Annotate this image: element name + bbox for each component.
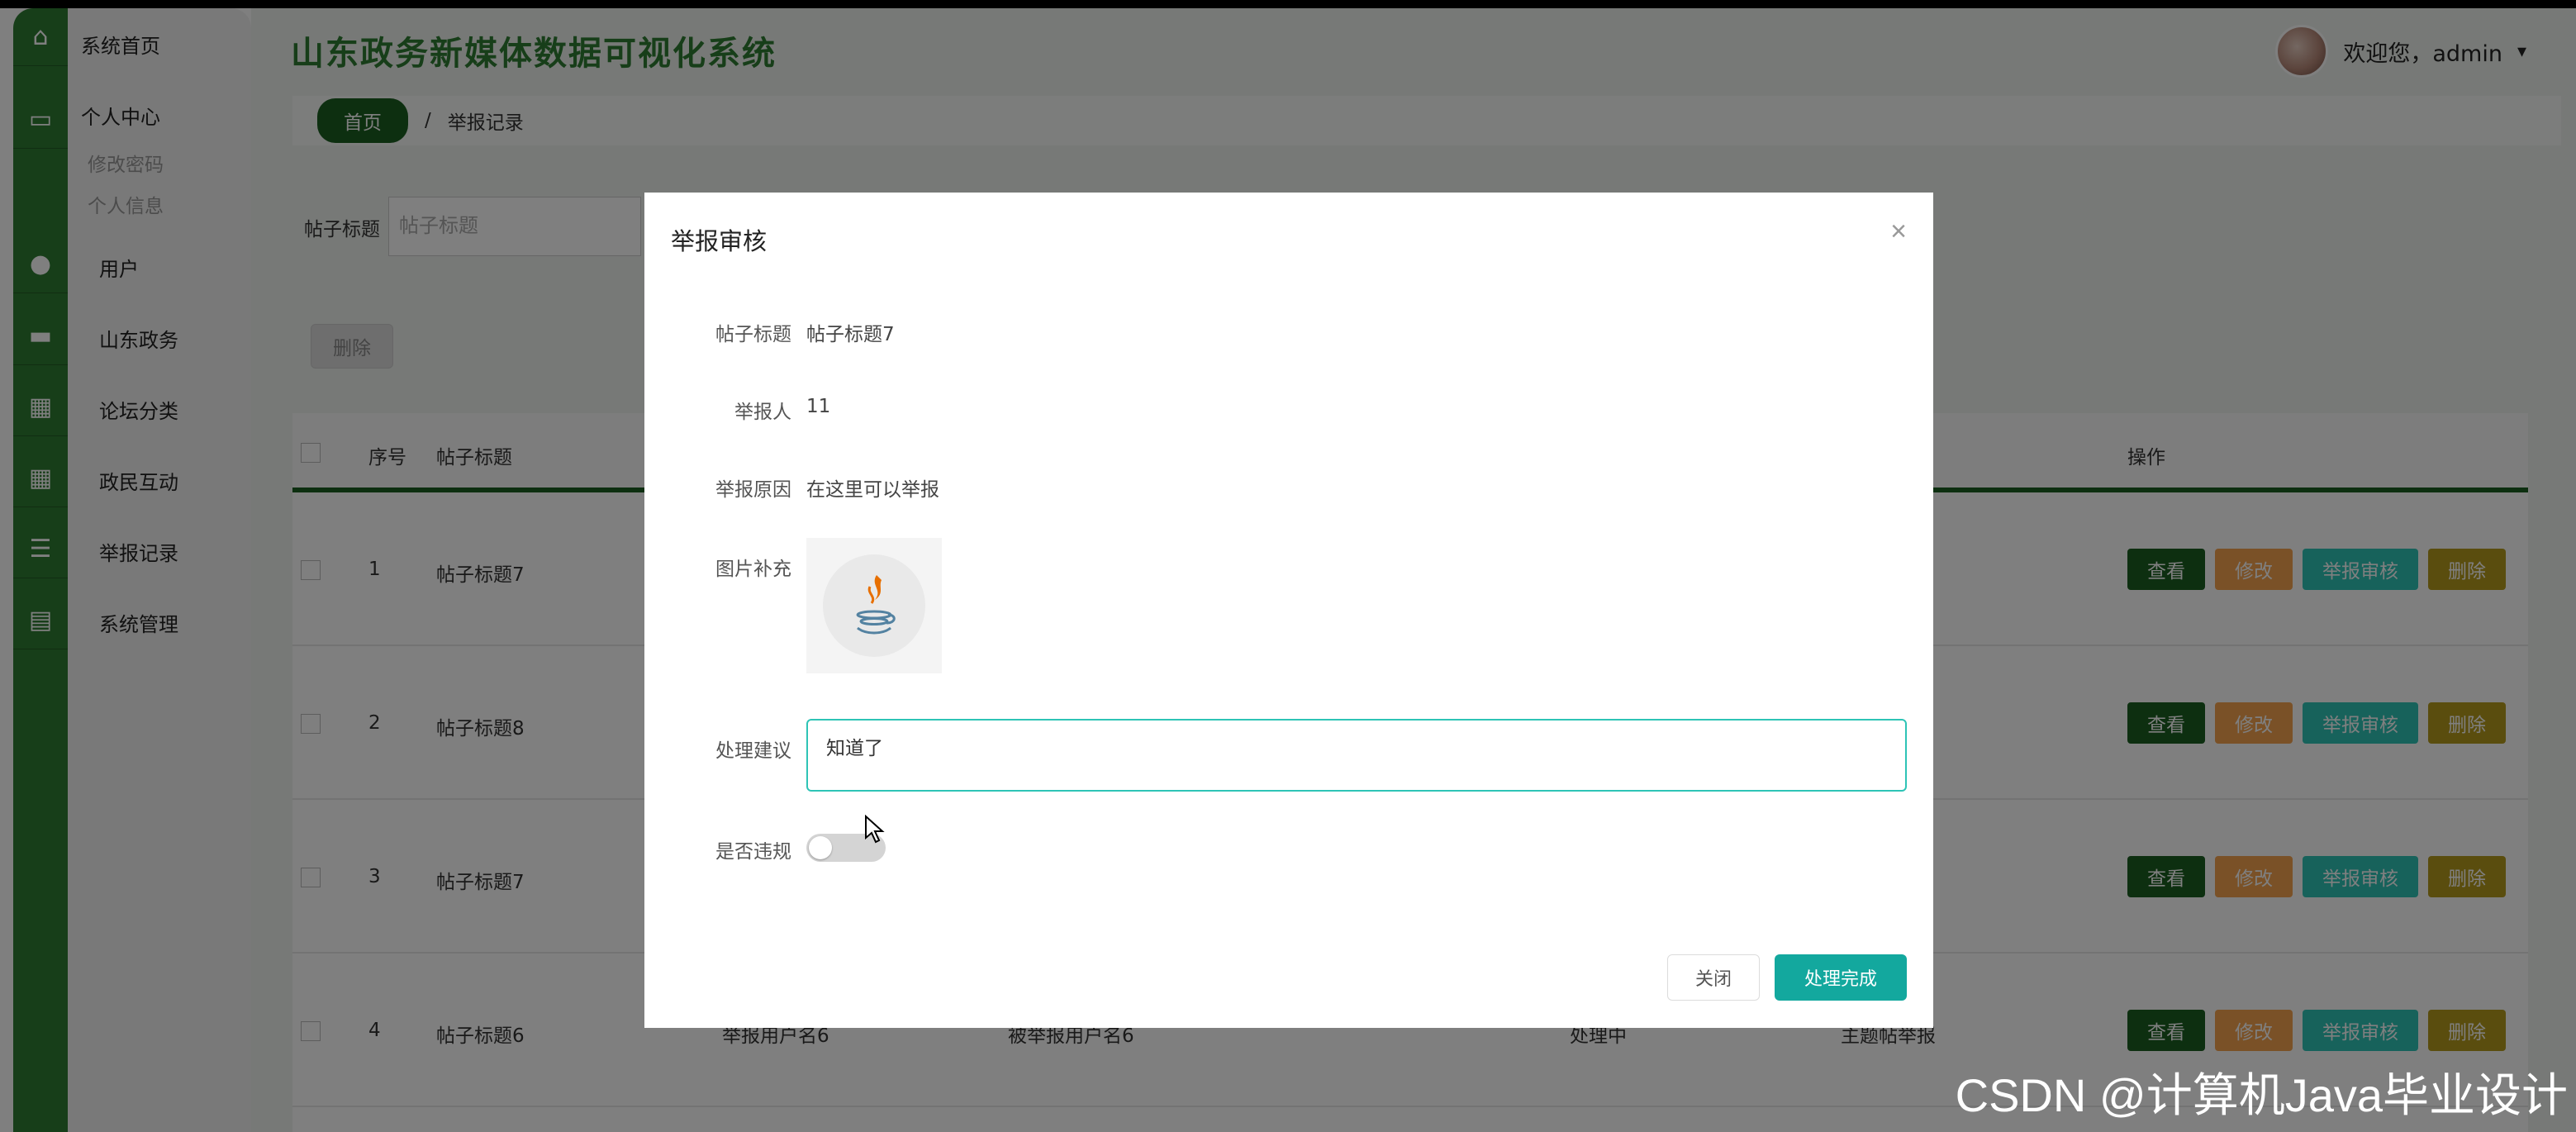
attachment-image[interactable] <box>806 538 942 673</box>
toggle-knob <box>809 836 832 859</box>
suggestion-label: 处理建议 <box>715 740 791 762</box>
reporter-value: 11 <box>806 396 831 417</box>
mouse-cursor-icon <box>864 814 886 848</box>
reason-label: 举报原因 <box>715 479 791 501</box>
image-label: 图片补充 <box>715 559 791 580</box>
watermark: CSDN @计算机Java毕业设计 <box>1955 1069 2568 1121</box>
violation-label: 是否违规 <box>715 841 791 863</box>
complete-button[interactable]: 处理完成 <box>1775 954 1907 1001</box>
dialog-title: 举报审核 <box>671 227 768 255</box>
post-title-value: 帖子标题7 <box>806 324 895 345</box>
reporter-label: 举报人 <box>734 402 791 423</box>
suggestion-textarea[interactable]: 知道了 <box>806 719 1907 792</box>
post-title-label: 帖子标题 <box>715 324 791 345</box>
close-button[interactable]: 关闭 <box>1667 954 1760 1001</box>
close-icon[interactable]: × <box>1890 216 1907 248</box>
report-audit-dialog: 举报审核 × 帖子标题 帖子标题7 举报人 11 举报原因 在这里可以举报 图片… <box>644 193 1933 1028</box>
reason-value: 在这里可以举报 <box>806 479 939 501</box>
java-logo-icon <box>823 554 925 657</box>
